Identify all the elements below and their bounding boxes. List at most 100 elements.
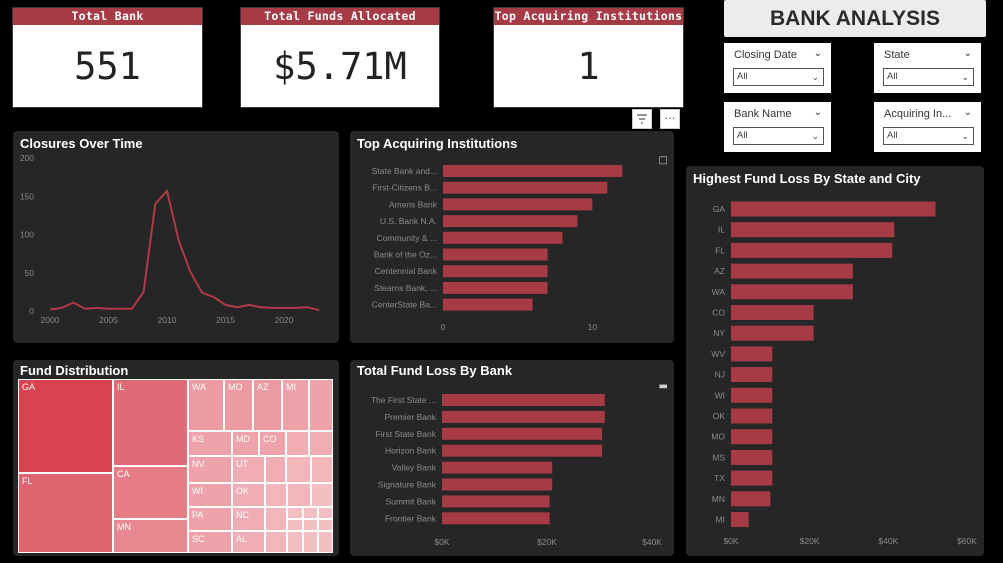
treemap-cell[interactable]: PA bbox=[188, 507, 232, 531]
y-tick-label: 100 bbox=[20, 230, 34, 240]
chevron-down-icon[interactable]: ⌄ bbox=[964, 107, 972, 118]
slicer-state[interactable]: State ⌄ All ⌄ bbox=[874, 43, 981, 93]
treemap-cell[interactable]: IL bbox=[113, 379, 188, 466]
focus-mode-icon[interactable]: □ bbox=[659, 155, 668, 166]
treemap-cell[interactable]: MO bbox=[224, 379, 253, 431]
top-acquiring-bar-chart: State Bank and... First-Citizens B... Amer… bbox=[372, 165, 623, 332]
treemap-cell[interactable] bbox=[287, 531, 303, 553]
treemap-cell[interactable]: WA bbox=[188, 379, 224, 431]
bar-category-label: First State Bank bbox=[376, 429, 437, 439]
filter-icon[interactable] bbox=[632, 109, 652, 129]
chevron-down-icon[interactable]: ⌄ bbox=[814, 107, 822, 118]
bar-category-label: Community & ... bbox=[377, 233, 437, 243]
chevron-down-icon: ⌄ bbox=[811, 131, 819, 141]
kpi-value: 551 bbox=[74, 45, 141, 88]
treemap-cell[interactable]: KS bbox=[188, 431, 232, 456]
top-acquiring-panel: Top Acquiring Institutions State Bank an… bbox=[350, 131, 674, 343]
dropdown-value: All bbox=[887, 71, 898, 82]
treemap-cell[interactable]: UT bbox=[232, 456, 265, 483]
slicer-bank-name[interactable]: Bank Name ⌄ All ⌄ bbox=[724, 102, 831, 152]
bar-category-label: Stearns Bank, ... bbox=[374, 283, 437, 293]
treemap-cell[interactable] bbox=[309, 431, 333, 456]
y-tick-label: 150 bbox=[20, 191, 34, 201]
x-tick-label: $20K bbox=[537, 537, 557, 547]
treemap-cell[interactable] bbox=[287, 519, 303, 531]
bar-category-label: Premier Bank bbox=[385, 412, 437, 422]
state-loss-bar-chart: GA IL FL AZ WA CO NY WV NJ WI OK MO MS TX MN MI $0K $20K $… bbox=[711, 201, 977, 546]
treemap-cell[interactable] bbox=[309, 379, 333, 431]
bar bbox=[731, 491, 771, 507]
treemap-cell[interactable]: OK bbox=[232, 483, 265, 507]
treemap-cell[interactable] bbox=[318, 519, 333, 531]
treemap-cell[interactable]: SC bbox=[188, 531, 232, 553]
treemap-cell[interactable] bbox=[265, 507, 287, 531]
more-options-icon[interactable]: ··· bbox=[660, 109, 680, 129]
treemap-cell[interactable] bbox=[265, 456, 286, 483]
treemap-cell[interactable]: MN bbox=[113, 519, 188, 553]
bar-category-label: MI bbox=[716, 515, 725, 525]
bar-category-label: MN bbox=[712, 494, 725, 504]
y-tick-label: 50 bbox=[25, 268, 35, 278]
bar bbox=[731, 242, 893, 258]
treemap-cell[interactable]: WI bbox=[188, 483, 232, 507]
bank-name-dropdown[interactable]: All ⌄ bbox=[733, 127, 824, 145]
bar-category-label: The First State ... bbox=[371, 395, 436, 405]
acquiring-institution-dropdown[interactable]: All ⌄ bbox=[883, 127, 974, 145]
bar-category-label: WI bbox=[715, 390, 725, 400]
closing-date-dropdown[interactable]: All ⌄ bbox=[733, 68, 824, 86]
treemap-cell[interactable] bbox=[287, 483, 311, 507]
bar bbox=[731, 346, 773, 362]
treemap-cell[interactable]: NC bbox=[232, 507, 265, 531]
treemap-cell[interactable]: AZ bbox=[253, 379, 282, 431]
treemap-cell[interactable]: GA bbox=[18, 379, 113, 473]
treemap-cell[interactable]: FL bbox=[18, 473, 113, 553]
bar bbox=[442, 478, 553, 491]
treemap-cell[interactable] bbox=[287, 507, 303, 519]
treemap-cell[interactable] bbox=[311, 483, 333, 507]
bar-category-label: FL bbox=[715, 245, 725, 255]
chevron-down-icon[interactable]: ⌄ bbox=[964, 48, 972, 59]
bar bbox=[443, 298, 533, 311]
bar bbox=[731, 263, 853, 279]
kpi-label: Total Bank bbox=[13, 8, 202, 25]
dropdown-value: All bbox=[737, 130, 748, 141]
bar-category-label: Summit Bank bbox=[385, 496, 436, 506]
slicer-label: Bank Name bbox=[734, 108, 792, 120]
bar-category-label: Signature Bank bbox=[378, 480, 437, 490]
treemap-cell[interactable] bbox=[311, 456, 333, 483]
treemap-cell[interactable] bbox=[318, 507, 333, 519]
kpi-top-acquiring: Top Acquiring Institutions 1 bbox=[493, 7, 684, 108]
bar-category-label: Valley Bank bbox=[392, 463, 437, 473]
treemap-cell[interactable]: MD bbox=[232, 431, 259, 456]
treemap-cell[interactable] bbox=[303, 531, 318, 553]
bar bbox=[442, 444, 603, 457]
slicer-acquiring-institution[interactable]: Acquiring In... ⌄ All ⌄ bbox=[874, 102, 981, 152]
treemap-cell[interactable] bbox=[265, 483, 287, 507]
bar-category-label: IL bbox=[718, 225, 725, 235]
y-tick-label: 0 bbox=[29, 306, 34, 316]
treemap-cell[interactable] bbox=[286, 456, 311, 483]
treemap-cell[interactable]: AL bbox=[232, 531, 265, 553]
bar bbox=[442, 394, 605, 406]
highest-fund-loss-panel: Highest Fund Loss By State and City GA IL… bbox=[686, 166, 984, 556]
treemap-cell[interactable]: CA bbox=[113, 466, 188, 519]
treemap-cell[interactable]: CO bbox=[259, 431, 286, 456]
treemap-cell[interactable] bbox=[318, 531, 333, 553]
treemap-cell[interactable] bbox=[303, 507, 318, 519]
state-dropdown[interactable]: All ⌄ bbox=[883, 68, 974, 86]
bar bbox=[443, 181, 608, 194]
bar bbox=[731, 222, 895, 238]
bar bbox=[731, 305, 814, 320]
x-tick-label: 10 bbox=[588, 322, 598, 332]
bar-category-label: Centennial Bank bbox=[375, 266, 438, 276]
slicer-closing-date[interactable]: Closing Date ⌄ All ⌄ bbox=[724, 43, 831, 93]
bar bbox=[443, 248, 548, 261]
treemap-cell[interactable] bbox=[303, 519, 318, 531]
treemap-cell[interactable] bbox=[265, 531, 287, 553]
treemap-cell[interactable]: NV bbox=[188, 456, 232, 483]
focus-mode-icon[interactable]: ▬ bbox=[659, 381, 668, 392]
x-tick-label: $0K bbox=[434, 537, 449, 547]
treemap-cell[interactable] bbox=[286, 431, 309, 456]
chevron-down-icon[interactable]: ⌄ bbox=[814, 48, 822, 59]
treemap-cell[interactable]: MI bbox=[282, 379, 309, 431]
